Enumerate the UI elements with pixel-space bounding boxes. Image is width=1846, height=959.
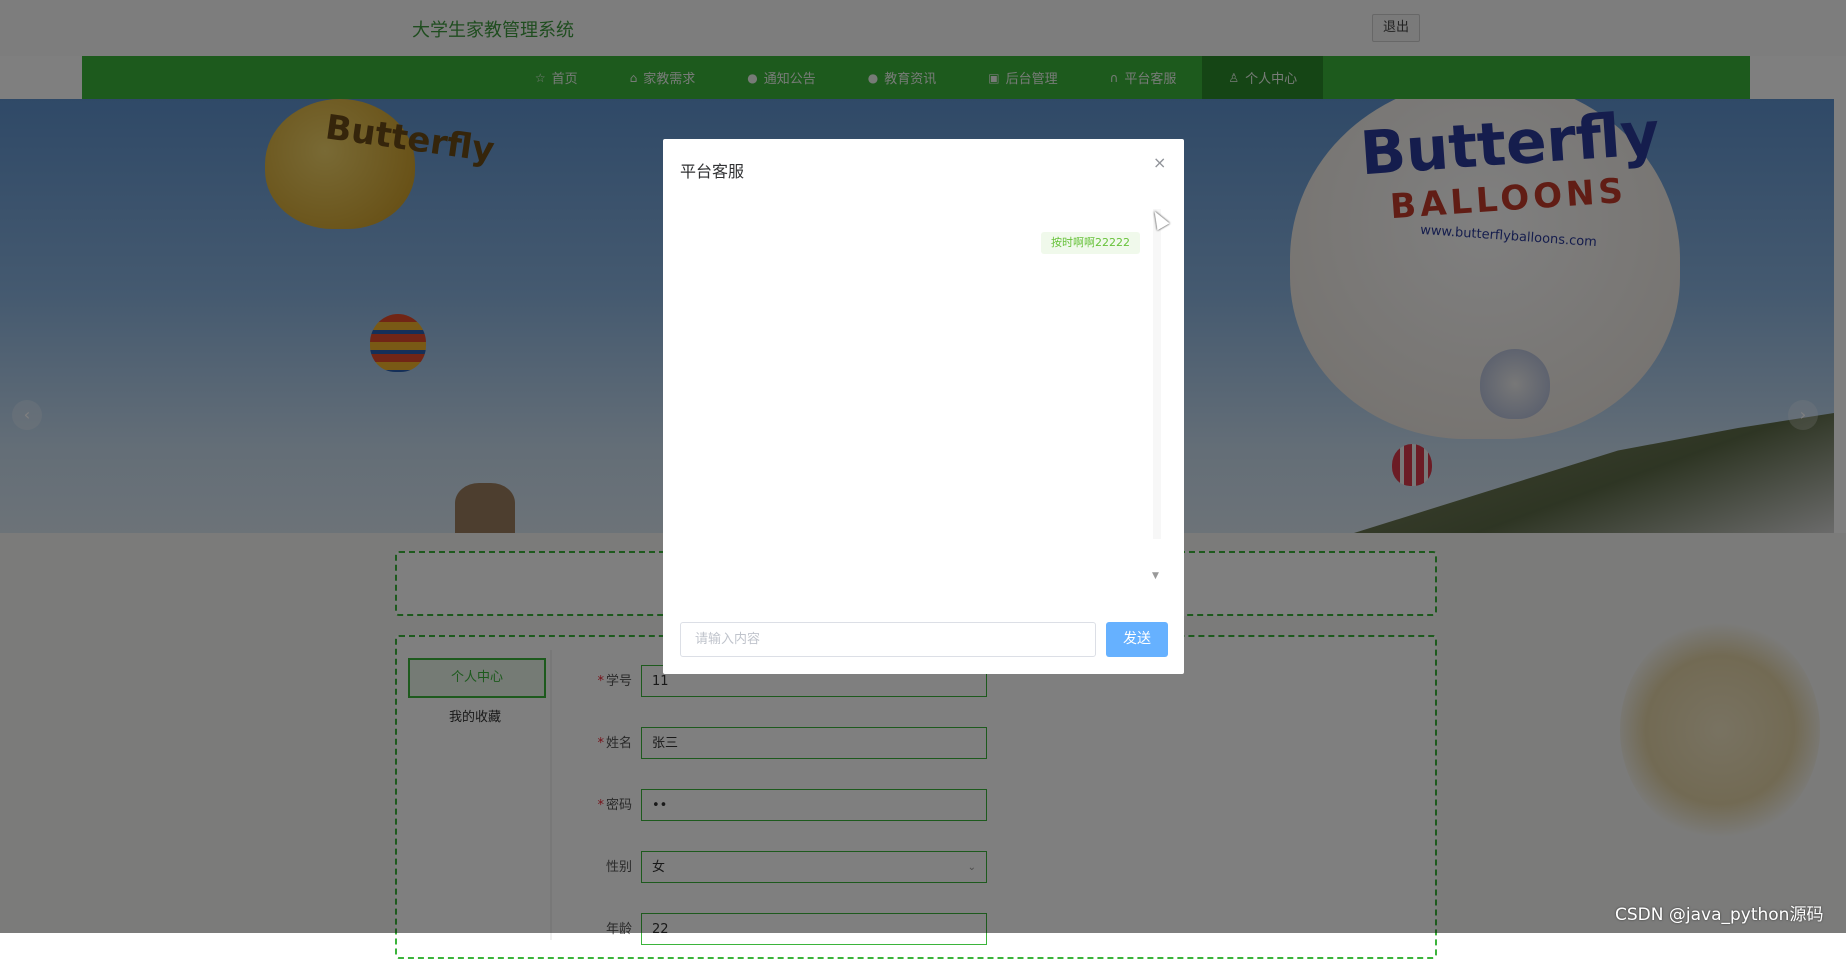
send-button[interactable]: 发送 — [1106, 622, 1168, 657]
chat-input[interactable]: 请输入内容 — [680, 622, 1096, 657]
chat-message-area[interactable] — [680, 207, 1148, 545]
chat-message-bubble: 按时啊啊22222 — [1041, 232, 1140, 254]
dialog-title: 平台客服 — [680, 162, 745, 181]
scroll-down-arrow-icon[interactable]: ▼ — [1152, 571, 1159, 581]
customer-service-dialog: 平台客服 × ▼ 按时啊啊22222 请输入内容 发送 — [663, 139, 1184, 674]
chat-scrollbar[interactable] — [1153, 209, 1161, 539]
watermark: CSDN @java_python源码 — [1615, 905, 1824, 925]
close-icon[interactable]: × — [1153, 153, 1166, 172]
